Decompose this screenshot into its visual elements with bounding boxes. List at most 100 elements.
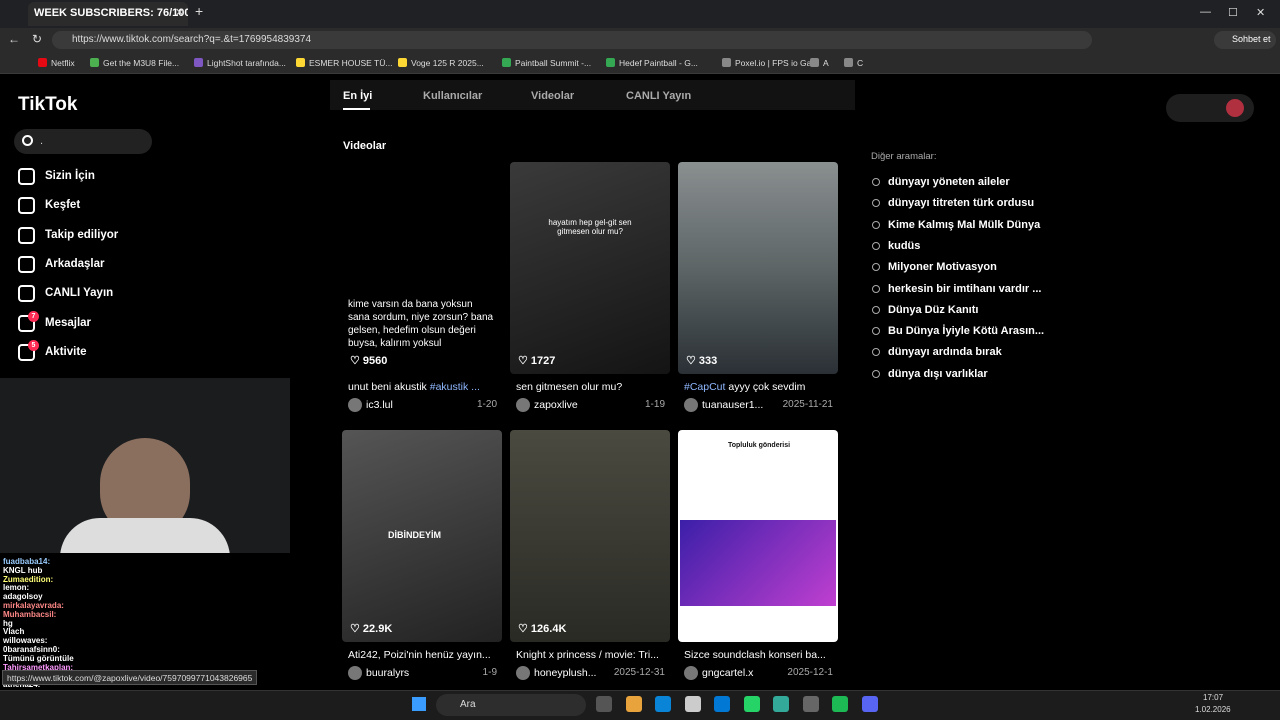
tiktok-logo[interactable]: TikTok xyxy=(18,94,77,116)
search-icon xyxy=(872,369,880,378)
video-title[interactable]: #CapCut ayyy çok sevdim xyxy=(684,381,844,393)
taskbar-app-icon[interactable] xyxy=(802,696,819,712)
video-card[interactable] xyxy=(678,162,838,374)
bookmark-item[interactable]: A xyxy=(810,58,829,68)
like-count: ♡ 29.2K xyxy=(686,622,728,635)
search-tab[interactable]: CANLI Yayın xyxy=(626,90,691,102)
taskbar-search[interactable]: Ara xyxy=(436,694,586,716)
search-tab[interactable]: Kullanıcılar xyxy=(423,90,482,102)
chat-message: Tümünü görüntüle xyxy=(3,653,74,663)
bookmark-item[interactable]: Poxel.io | FPS io Ga... xyxy=(722,58,818,68)
hashtag[interactable]: #CapCut xyxy=(684,381,725,393)
new-tab-icon[interactable]: + xyxy=(195,3,203,19)
bookmark-label: ESMER HOUSE TÜ... xyxy=(309,58,393,68)
section-title: Videolar xyxy=(343,140,387,152)
sidebar-item[interactable]: 7 Mesajlar xyxy=(18,310,91,334)
chat-message: hg xyxy=(3,618,13,628)
video-title[interactable]: sen gitmesen olur mu? xyxy=(516,381,676,393)
taskbar-app-icon[interactable] xyxy=(596,696,612,712)
sidebar-item[interactable]: 5 Aktivite xyxy=(18,339,87,363)
suggestion-item[interactable]: Dünya Düz Kanıtı xyxy=(872,304,978,316)
suggestion-item[interactable]: dünya dışı varlıklar xyxy=(872,368,988,380)
url-field[interactable]: https://www.tiktok.com/search?q=.&t=1769… xyxy=(52,31,1092,49)
sidebar-item[interactable]: Sizin İçin xyxy=(18,165,95,187)
avatar[interactable] xyxy=(1226,99,1244,117)
suggestion-item[interactable]: herkesin bir imtihanı vardır ... xyxy=(872,283,1041,295)
bookmark-icon xyxy=(606,58,615,67)
suggestion-item[interactable]: dünyayı titreten türk ordusu xyxy=(872,197,1034,209)
video-card[interactable]: kime varsın da bana yoksun sana sordum, … xyxy=(342,162,502,374)
video-card[interactable] xyxy=(510,430,670,642)
suggestion-label: dünyayı yöneten aileler xyxy=(888,176,1010,188)
suggestion-item[interactable]: kudüs xyxy=(872,240,920,252)
video-title[interactable]: Sizce soundclash konseri ba... xyxy=(684,649,844,661)
sidebar-item-label: Sizin İçin xyxy=(45,170,95,182)
taskbar-app-icon[interactable] xyxy=(832,696,848,712)
suggestion-item[interactable]: Bu Dünya İyiyle Kötü Arasın... xyxy=(872,325,1044,337)
suggestion-item[interactable]: dünyayı ardında bırak xyxy=(872,346,1002,358)
windows-start-icon[interactable] xyxy=(412,697,426,711)
suggestion-label: dünyayı ardında bırak xyxy=(888,346,1002,359)
sidebar-item[interactable]: CANLI Yayın xyxy=(18,282,113,304)
video-title[interactable]: Knight x princess / movie: Tri... xyxy=(516,649,676,661)
chat-message: lemon: xyxy=(3,583,30,593)
suggestion-item[interactable]: Milyoner Motivasyon xyxy=(872,261,997,273)
video-title[interactable]: unut beni akustik #akustik ... xyxy=(348,381,508,393)
like-count-value: 9560 xyxy=(362,355,388,367)
bookmark-icon xyxy=(194,58,203,67)
tab-close-icon[interactable]: ✕ xyxy=(175,6,184,19)
chat-button[interactable]: Sohbet et xyxy=(1214,31,1276,49)
bookmark-item[interactable]: ESMER HOUSE TÜ... xyxy=(296,58,392,68)
search-tab[interactable]: En İyi xyxy=(343,90,372,102)
friends-icon xyxy=(18,255,35,273)
bookmark-item[interactable]: Hedef Paintball - G... xyxy=(606,58,698,68)
heart-icon: ♡ xyxy=(518,355,531,367)
taskbar-app-icon[interactable] xyxy=(625,696,642,712)
taskbar-app-icon[interactable] xyxy=(743,696,760,712)
status-url: https://www.tiktok.com/@zapoxlive/video/… xyxy=(2,670,258,685)
taskbar-app-icon[interactable] xyxy=(861,696,878,712)
bookmark-item[interactable]: Netflix xyxy=(38,58,75,68)
video-overlay-text: DİBİNDEYİM xyxy=(388,530,442,540)
search-icon xyxy=(872,263,880,272)
minimize-icon[interactable]: — xyxy=(1200,6,1211,18)
bookmark-item[interactable]: LightShot tarafında... xyxy=(194,58,286,68)
close-window-icon[interactable]: ✕ xyxy=(1256,6,1265,19)
video-card[interactable]: hayatım hep gel-git sen gitmesen olur mu… xyxy=(510,162,670,374)
video-card[interactable]: DİBİNDEYİM xyxy=(342,430,502,642)
like-count: ♡ 9560 xyxy=(350,354,387,367)
suggestion-item[interactable]: dünyayı yöneten aileler xyxy=(872,176,1010,188)
taskbar-app-icon[interactable] xyxy=(655,696,671,712)
post-image xyxy=(680,520,836,606)
tab-underline xyxy=(343,108,370,110)
taskbar-app-icon[interactable] xyxy=(714,696,730,712)
sidebar-item[interactable]: Takip ediliyor xyxy=(18,224,118,246)
heart-icon: ♡ xyxy=(686,623,699,635)
sidebar-item-label: Aktivite xyxy=(45,346,87,358)
chat-message: Muhambacsil: xyxy=(3,609,57,619)
bookmark-item[interactable]: Get the M3U8 File... xyxy=(90,58,179,68)
bookmark-item[interactable]: Paintball Summit -... xyxy=(502,58,591,68)
sidebar-item-label: Takip ediliyor xyxy=(45,229,119,241)
taskbar-app-icon[interactable] xyxy=(684,696,701,712)
sidebar-item[interactable]: Arkadaşlar xyxy=(18,253,104,275)
bookmark-icon xyxy=(502,58,511,67)
taskbar-app-icon[interactable] xyxy=(773,696,789,712)
suggestion-item[interactable]: Kime Kalmış Mal Mülk Dünya xyxy=(872,219,1040,231)
bookmark-item[interactable]: Voge 125 R 2025... xyxy=(398,58,484,68)
search-tab[interactable]: Videolar xyxy=(531,90,574,102)
video-date: 1-20 xyxy=(476,399,497,410)
browser-tab[interactable]: WEEK SUBSCRIBERS: 76/100 xyxy=(28,2,188,26)
bookmark-icon xyxy=(810,58,819,67)
bookmark-item[interactable]: C xyxy=(844,58,863,68)
suggestion-label: Dünya Düz Kanıtı xyxy=(888,303,979,316)
hashtag[interactable]: #akustik ... xyxy=(430,381,480,393)
reload-icon[interactable]: ↻ xyxy=(32,32,42,46)
video-date: 2025-11-21 xyxy=(782,399,833,410)
back-icon[interactable]: ← xyxy=(8,32,20,46)
video-title[interactable]: Ati242, Poizi'nin henüz yayın... xyxy=(348,649,508,661)
search-input[interactable]: . xyxy=(14,129,152,154)
maximize-icon[interactable]: ☐ xyxy=(1228,6,1238,19)
sidebar-item[interactable]: Keşfet xyxy=(18,194,80,216)
video-card[interactable]: Topluluk gönderisi xyxy=(678,430,838,642)
